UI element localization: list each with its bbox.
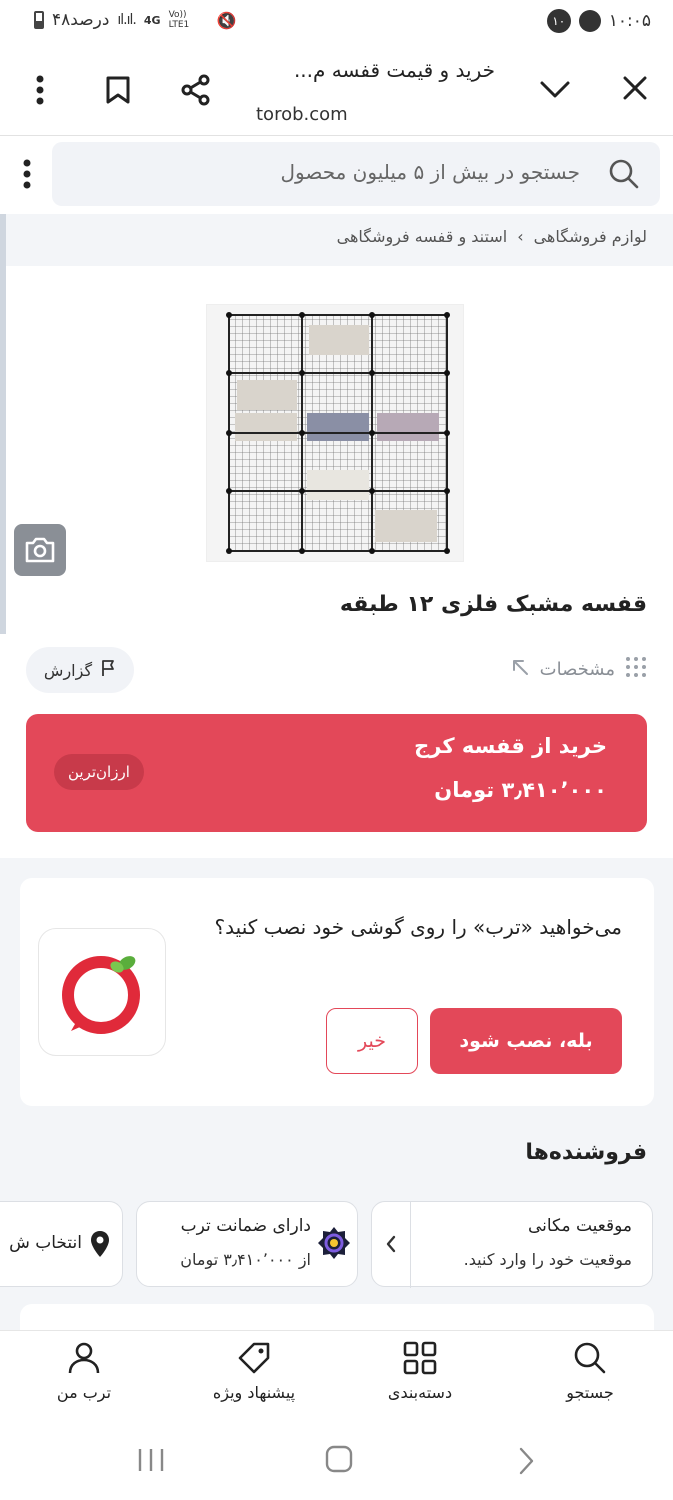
install-app-card: می‌خواهید «ترب» را روی گوشی خود نصب کنید… — [20, 878, 654, 1106]
clock: ۱۰:۰۵ — [608, 11, 651, 31]
user-icon — [68, 1342, 100, 1374]
torob-app-icon — [38, 928, 166, 1056]
location-divider — [410, 1202, 411, 1288]
pick-label: انتخاب ش — [9, 1233, 82, 1253]
install-prompt: می‌خواهید «ترب» را روی گوشی خود نصب کنید… — [214, 915, 622, 939]
specs-link[interactable]: مشخصات — [510, 656, 647, 683]
mute-icon: 🔇 — [216, 10, 237, 30]
grid-dots-icon — [625, 656, 647, 683]
status-right: ۱۰ ۱۰:۰۵ — [546, 9, 651, 33]
recent-apps-icon[interactable] — [136, 1446, 166, 1478]
report-button[interactable]: گزارش — [26, 647, 134, 693]
search-row: جستجو در بیش از ۵ میلیون محصول — [0, 136, 673, 214]
flag-icon — [100, 659, 116, 681]
grid-icon — [403, 1341, 437, 1375]
page-menu-icon[interactable] — [12, 156, 42, 192]
breadcrumb-separator: › — [517, 227, 524, 246]
browser-title: خرید و قیمت قفسه م... — [293, 58, 495, 82]
nav-offers-label: پیشنهاد ویژه — [212, 1383, 296, 1402]
network-text: 4G — [143, 13, 161, 27]
install-yes-button[interactable]: بله، نصب شود — [430, 1008, 622, 1074]
home-icon[interactable] — [324, 1444, 354, 1478]
specs-label: مشخصات — [539, 659, 615, 680]
location-pin-icon — [90, 1230, 110, 1262]
share-icon[interactable] — [178, 72, 214, 108]
scrollbar[interactable] — [0, 214, 6, 634]
search-input[interactable]: جستجو در بیش از ۵ میلیون محصول — [52, 142, 660, 206]
volte-text: Vo)) LTE1 — [168, 10, 190, 30]
arrow-up-left-icon — [510, 657, 530, 682]
buy-store-name: خرید از قفسه کرج — [414, 734, 607, 758]
breadcrumb: لوازم فروشگاهی › استند و قفسه فروشگاهی — [0, 214, 673, 266]
buy-button[interactable]: خرید از قفسه کرج ۳٫۴۱۰٬۰۰۰ تومان ارزان‌ت… — [26, 714, 647, 832]
system-nav-bar — [0, 1422, 673, 1500]
tag-icon — [238, 1342, 270, 1374]
status-bar: ۴۸درصد ıl.ıl. 4G Vo)) LTE1 🔇 ۱۰ ۱۰:۰۵ — [0, 0, 673, 44]
product-image[interactable] — [206, 304, 464, 562]
camera-search-icon[interactable] — [14, 524, 66, 576]
bottom-nav: جستجو دسته‌بندی پیشنهاد ویژه ترب من — [0, 1330, 673, 1422]
nav-search-icon — [574, 1342, 606, 1374]
cheapest-badge: ارزان‌ترین — [54, 754, 144, 790]
buy-price: ۳٫۴۱۰٬۰۰۰ تومان — [434, 778, 607, 802]
nav-categories-label: دسته‌بندی — [387, 1383, 453, 1402]
pick-filter[interactable]: انتخاب ش — [0, 1201, 123, 1287]
chevron-left-icon — [384, 1234, 398, 1258]
app-status-icon — [578, 10, 601, 32]
nav-profile[interactable]: ترب من — [14, 1341, 154, 1402]
close-icon[interactable] — [617, 70, 653, 106]
more-vert-icon[interactable] — [22, 72, 58, 108]
browser-bar: خرید و قیمت قفسه م... torob.com — [0, 44, 673, 136]
guarantee-badge-icon — [317, 1226, 351, 1264]
nav-search-label: جستجو — [566, 1383, 614, 1402]
breadcrumb-links: لوازم فروشگاهی › استند و قفسه فروشگاهی — [337, 227, 647, 246]
nav-search[interactable]: جستجو — [520, 1341, 660, 1402]
nav-profile-label: ترب من — [56, 1383, 112, 1402]
location-title: موقعیت مکانی — [527, 1216, 632, 1236]
status-left: ۴۸درصد ıl.ıl. 4G Vo)) LTE1 🔇 — [34, 10, 236, 30]
nav-categories[interactable]: دسته‌بندی — [350, 1341, 490, 1402]
location-filter[interactable]: موقعیت مکانی موقعیت خود را وارد کنید. — [371, 1201, 653, 1288]
search-placeholder: جستجو در بیش از ۵ میلیون محصول — [280, 160, 580, 184]
back-icon[interactable] — [516, 1446, 536, 1480]
nav-offers[interactable]: پیشنهاد ویژه — [184, 1341, 324, 1402]
notification-badge: ۱۰ — [546, 9, 571, 33]
battery-icon — [34, 11, 44, 29]
search-icon — [608, 158, 640, 194]
breadcrumb-item-stands[interactable]: استند و قفسه فروشگاهی — [337, 227, 508, 246]
install-no-button[interactable]: خیر — [326, 1008, 418, 1074]
battery-text: ۴۸درصد — [52, 10, 110, 30]
bookmark-icon[interactable] — [100, 72, 136, 108]
report-label: گزارش — [43, 660, 93, 680]
browser-url[interactable]: torob.com — [256, 104, 348, 125]
signal-icon: ıl.ıl. — [117, 12, 136, 28]
sellers-heading: فروشنده‌ها — [525, 1140, 647, 1165]
breadcrumb-item-store-supplies[interactable]: لوازم فروشگاهی — [534, 227, 647, 246]
wire-shelf-illustration — [226, 312, 450, 554]
guarantee-subtitle: از ۳٫۴۱۰٬۰۰۰ تومان — [180, 1250, 311, 1269]
chevron-down-icon[interactable] — [537, 72, 573, 108]
location-subtitle: موقعیت خود را وارد کنید. — [463, 1250, 632, 1269]
guarantee-filter[interactable]: دارای ضمانت ترب از ۳٫۴۱۰٬۰۰۰ تومان — [136, 1201, 358, 1287]
guarantee-title: دارای ضمانت ترب — [180, 1216, 311, 1236]
product-title: قفسه مشبک فلزی ۱۲ طبقه — [339, 592, 647, 617]
